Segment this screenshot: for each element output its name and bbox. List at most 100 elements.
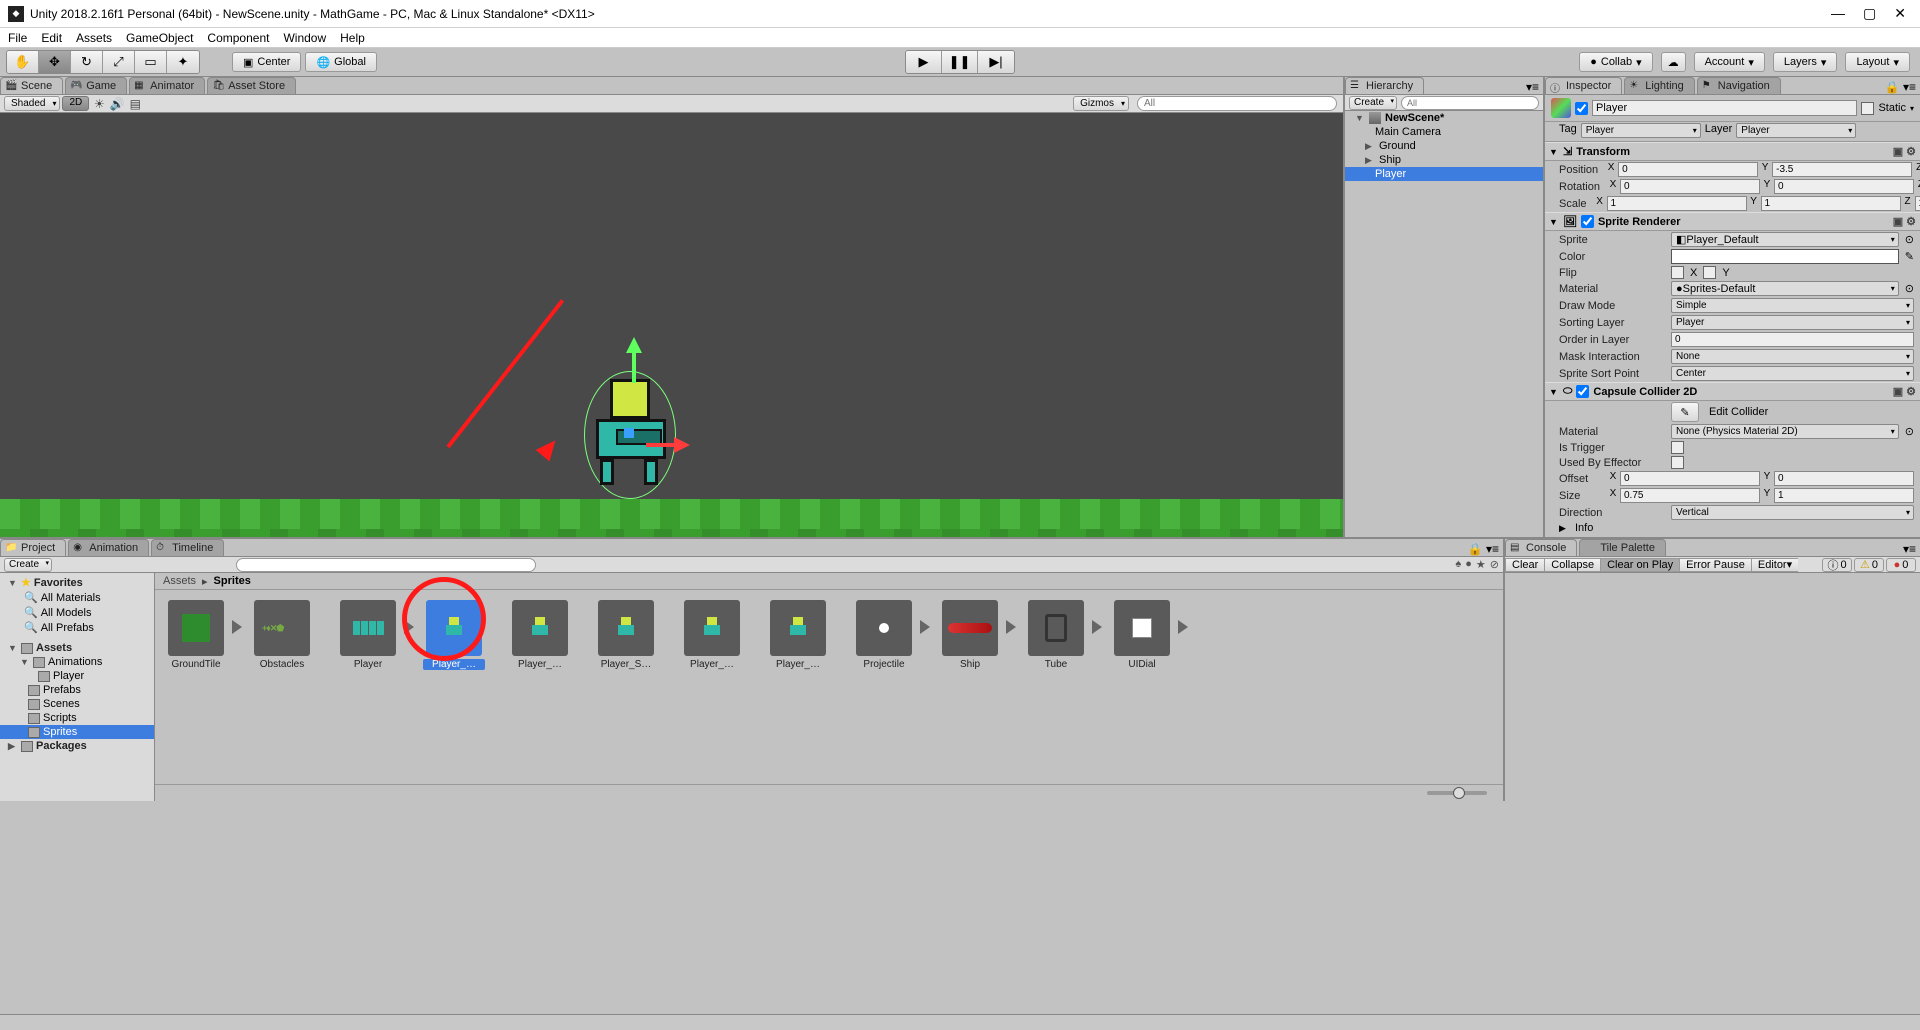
tab-console[interactable]: ▤Console <box>1505 539 1577 556</box>
asset-player-s[interactable]: Player_S… <box>595 600 657 670</box>
expand-icon[interactable] <box>404 620 414 634</box>
asset-player-default[interactable]: Player_… <box>423 600 485 670</box>
info-count-badge[interactable]: ⓘ0 <box>1822 558 1852 572</box>
eyedropper-icon[interactable]: ✎ <box>1905 250 1914 263</box>
layers-dropdown[interactable]: Layers ▾ <box>1773 52 1838 72</box>
menu-window[interactable]: Window <box>283 31 326 45</box>
search-type-icon[interactable]: ● <box>1465 558 1472 571</box>
direction-dropdown[interactable]: Vertical <box>1671 505 1914 520</box>
transform-header[interactable]: ▼⇲Transform▣ ⚙ <box>1545 142 1920 161</box>
folder-sprites[interactable]: Sprites <box>0 725 154 739</box>
account-dropdown[interactable]: Account ▾ <box>1694 52 1765 72</box>
layer-dropdown[interactable]: Player <box>1736 123 1856 138</box>
tab-timeline[interactable]: ⏱Timeline <box>151 539 224 556</box>
tab-scene[interactable]: 🎬Scene <box>0 77 63 94</box>
tab-game[interactable]: 🎮Game <box>65 77 127 94</box>
object-picker-icon[interactable]: ⊙ <box>1905 233 1914 246</box>
scale-tool-button[interactable]: ⤢ <box>103 51 135 73</box>
rotate-tool-button[interactable]: ↻ <box>71 51 103 73</box>
pivot-toggle[interactable]: ▣Center <box>232 52 301 72</box>
tab-lighting[interactable]: ☀Lighting <box>1624 77 1695 94</box>
hierarchy-options-icon[interactable]: ▾≡ <box>1526 80 1539 94</box>
minimize-button[interactable]: — <box>1831 5 1845 22</box>
move-tool-button[interactable]: ✥ <box>39 51 71 73</box>
folder-player[interactable]: Player <box>0 669 154 683</box>
console-errorpause-button[interactable]: Error Pause <box>1679 558 1751 572</box>
menu-component[interactable]: Component <box>207 31 269 45</box>
step-button[interactable]: ▶| <box>978 51 1014 73</box>
play-button[interactable]: ▶ <box>906 51 942 73</box>
drawmode-dropdown[interactable]: Simple <box>1671 298 1914 313</box>
object-picker-icon[interactable]: ⊙ <box>1905 425 1914 438</box>
tab-animator[interactable]: ▦Animator <box>129 77 205 94</box>
mask-dropdown[interactable]: None <box>1671 349 1914 364</box>
offset-y-input[interactable] <box>1774 471 1914 486</box>
sprite-field[interactable]: ◧Player_Default <box>1671 232 1899 247</box>
hierarchy-search-input[interactable] <box>1401 96 1539 110</box>
console-clear-button[interactable]: Clear <box>1505 558 1544 572</box>
maximize-button[interactable]: ▢ <box>1863 5 1876 22</box>
tab-inspector[interactable]: ⓘInspector <box>1545 77 1622 94</box>
asset-ship[interactable]: Ship <box>939 600 1001 670</box>
y-axis-handle-icon[interactable] <box>626 337 642 353</box>
light-toggle-icon[interactable]: ☀ <box>91 97 107 111</box>
x-axis-handle-icon[interactable] <box>674 437 690 453</box>
fx-toggle-icon[interactable]: ▤ <box>127 97 143 111</box>
asset-tube[interactable]: Tube <box>1025 600 1087 670</box>
thumbnail-size-slider[interactable] <box>1427 791 1487 795</box>
folder-prefabs[interactable]: Prefabs <box>0 683 154 697</box>
spriterenderer-enabled[interactable] <box>1581 215 1594 228</box>
folder-animations[interactable]: ▼Animations <box>0 655 154 669</box>
menu-file[interactable]: File <box>8 31 27 45</box>
rot-y-input[interactable] <box>1774 179 1914 194</box>
gizmos-dropdown[interactable]: Gizmos <box>1073 96 1129 111</box>
gameobject-icon[interactable] <box>1551 98 1571 118</box>
asset-groundtile[interactable]: GroundTile <box>165 600 227 670</box>
expand-icon[interactable] <box>1178 620 1188 634</box>
expand-icon[interactable] <box>1092 620 1102 634</box>
pos-y-input[interactable] <box>1772 162 1912 177</box>
fav-allprefabs[interactable]: 🔍All Prefabs <box>0 620 154 635</box>
static-checkbox[interactable] <box>1861 102 1874 115</box>
tag-dropdown[interactable]: Player <box>1581 123 1701 138</box>
order-input[interactable] <box>1671 332 1914 347</box>
tab-project[interactable]: 📁Project <box>0 539 66 556</box>
hierarchy-item-ground[interactable]: ▶Ground <box>1345 139 1543 153</box>
asset-player-sheet[interactable]: Player <box>337 600 399 670</box>
rect-tool-button[interactable]: ▭ <box>135 51 167 73</box>
project-create-dropdown[interactable]: Create <box>4 558 52 572</box>
layout-dropdown[interactable]: Layout ▾ <box>1845 52 1910 72</box>
fav-allmodels[interactable]: 🔍All Models <box>0 605 154 620</box>
breadcrumb-sprites[interactable]: Sprites <box>214 575 251 587</box>
size-x-input[interactable] <box>1620 488 1760 503</box>
tab-animation[interactable]: ◉Animation <box>68 539 149 556</box>
gear-icon[interactable]: ▣ ⚙ <box>1893 145 1916 158</box>
xy-plane-handle-icon[interactable] <box>624 428 634 438</box>
search-label-icon[interactable]: ★ <box>1476 558 1486 571</box>
fav-allmaterials[interactable]: 🔍All Materials <box>0 590 154 605</box>
asset-uidial[interactable]: UIDial <box>1111 600 1173 670</box>
flip-y-checkbox[interactable] <box>1703 266 1716 279</box>
pause-button[interactable]: ❚❚ <box>942 51 978 73</box>
hierarchy-item-maincamera[interactable]: Main Camera <box>1345 125 1543 139</box>
mode-2d-toggle[interactable]: 2D <box>62 96 89 111</box>
tab-assetstore[interactable]: 🛍Asset Store <box>207 77 296 94</box>
scene-search-input[interactable] <box>1137 96 1337 111</box>
save-search-icon[interactable]: ⊘ <box>1490 558 1499 571</box>
gear-icon[interactable]: ▣ ⚙ <box>1893 215 1916 228</box>
hierarchy-item-ship[interactable]: ▶Ship <box>1345 153 1543 167</box>
sortpoint-dropdown[interactable]: Center <box>1671 366 1914 381</box>
console-clearonplay-button[interactable]: Clear on Play <box>1600 558 1679 572</box>
console-collapse-button[interactable]: Collapse <box>1544 558 1600 572</box>
menu-help[interactable]: Help <box>340 31 365 45</box>
asset-player-7[interactable]: Player_… <box>767 600 829 670</box>
menu-assets[interactable]: Assets <box>76 31 112 45</box>
asset-player-4[interactable]: Player_… <box>509 600 571 670</box>
flip-x-checkbox[interactable] <box>1671 266 1684 279</box>
search-assets-icon[interactable]: ♠ <box>1455 558 1461 571</box>
expand-icon[interactable] <box>232 620 242 634</box>
breadcrumb-assets[interactable]: Assets <box>163 575 196 587</box>
scene-view[interactable] <box>0 113 1343 537</box>
edit-collider-button[interactable]: ✎ <box>1671 402 1699 422</box>
asset-obstacles[interactable]: +♦✕⬟Obstacles <box>251 600 313 670</box>
